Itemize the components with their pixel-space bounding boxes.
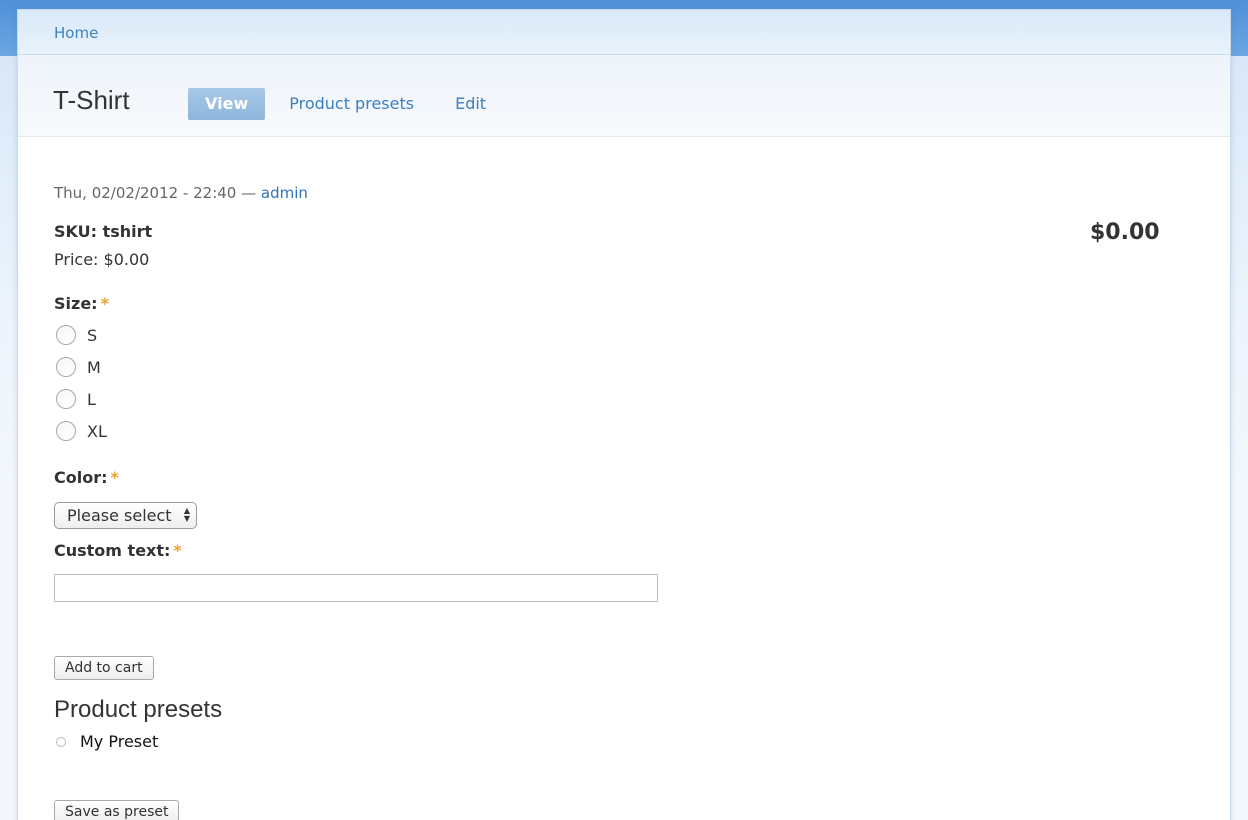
custom-text-label: Custom text: * (54, 541, 182, 560)
custom-text-input[interactable] (54, 574, 658, 602)
size-option-m[interactable]: M (56, 357, 101, 377)
save-as-preset-button[interactable]: Save as preset (54, 800, 180, 820)
preset-name: My Preset (80, 732, 159, 751)
size-option-label: M (87, 357, 101, 377)
size-label-text: Size: (54, 294, 98, 313)
color-label-text: Color: (54, 468, 108, 487)
radio-button[interactable] (56, 357, 76, 377)
product-price-label: Price: $0.00 (54, 250, 150, 269)
size-option-s[interactable]: S (56, 325, 97, 345)
breadcrumb: Home (18, 10, 1230, 55)
breadcrumb-home-link[interactable]: Home (54, 24, 98, 42)
submitted-separator: — (241, 184, 257, 202)
required-marker: * (110, 468, 119, 487)
radio-button[interactable] (56, 325, 76, 345)
custom-text-label-text: Custom text: (54, 541, 171, 560)
required-marker: * (100, 294, 109, 313)
color-select-value: Please select (67, 506, 172, 525)
size-option-xl[interactable]: XL (56, 421, 107, 441)
preset-list-item: My Preset (56, 732, 158, 751)
radio-button[interactable] (56, 421, 76, 441)
size-label: Size: * (54, 294, 109, 313)
page-header: T-Shirt View Product presets Edit (18, 55, 1230, 137)
submitted-date: Thu, 02/02/2012 - 22:40 (54, 184, 237, 202)
size-option-l[interactable]: L (56, 389, 96, 409)
color-select[interactable]: Please select ▲ ▼ (54, 502, 197, 529)
submitted-info: Thu, 02/02/2012 - 22:40 — admin (54, 184, 308, 202)
display-price: $0.00 (1090, 220, 1160, 245)
page-title: T-Shirt (53, 85, 130, 115)
required-marker: * (173, 541, 182, 560)
size-option-label: L (87, 389, 96, 409)
author-link[interactable]: admin (261, 184, 308, 202)
radio-button[interactable] (56, 389, 76, 409)
add-to-cart-button[interactable]: Add to cart (54, 656, 154, 680)
primary-tabs: View Product presets Edit (188, 88, 503, 120)
product-sku: SKU: tshirt (54, 222, 153, 241)
presets-heading: Product presets (54, 696, 223, 723)
tab-view[interactable]: View (188, 88, 266, 120)
size-option-label: S (87, 325, 98, 345)
page-container: Home T-Shirt View Product presets Edit T… (17, 9, 1231, 820)
list-bullet-icon (56, 736, 66, 747)
tab-edit[interactable]: Edit (438, 88, 503, 120)
size-option-label: XL (87, 421, 107, 441)
tab-product-presets[interactable]: Product presets (272, 88, 431, 120)
color-label: Color: * (54, 468, 119, 487)
select-arrows-icon: ▲ ▼ (183, 506, 190, 523)
